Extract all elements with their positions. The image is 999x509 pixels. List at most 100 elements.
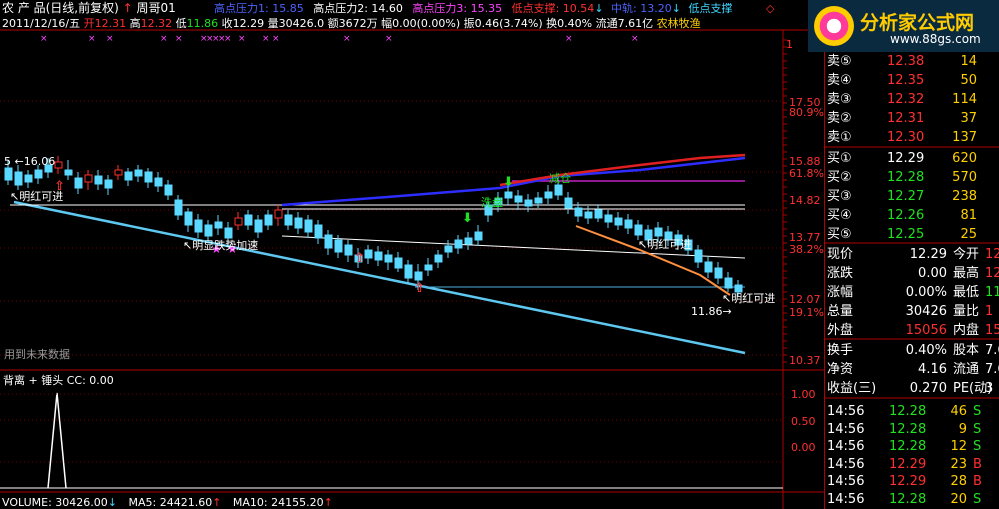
ask-row[interactable]: 卖③ 12.32 114 — [825, 90, 999, 109]
ask-row[interactable]: 卖② 12.31 37 — [825, 109, 999, 128]
candle-body — [344, 244, 353, 256]
quote-date: 2011/12/16/五 — [2, 17, 81, 30]
ask-row[interactable]: 卖⑤ 12.38 14 — [825, 52, 999, 71]
tick-row[interactable]: 14:56 12.29 28 B — [825, 472, 999, 491]
axis-label: 14.82 — [789, 194, 821, 207]
stat-row[interactable]: 外盘 15056 内盘 15 — [825, 321, 999, 340]
arrow-up-icon: ↑ — [212, 496, 222, 509]
reduce-label: 减仓 — [549, 172, 571, 185]
candle-body — [34, 169, 43, 179]
candle-body — [264, 214, 273, 226]
candle-body — [364, 249, 373, 259]
line-label-5: 中轨: 13.20 — [611, 2, 672, 15]
candle-body — [574, 207, 583, 217]
tick-row[interactable]: 14:56 12.28 9 S — [825, 420, 999, 439]
stat-row[interactable]: 总量 30426 量比 1 — [825, 302, 999, 321]
signal-label-1: ↖明红可进 — [10, 190, 64, 203]
line-label-6: 低点支撑 — [688, 2, 733, 15]
ask-row[interactable]: 卖④ 12.35 50 — [825, 71, 999, 90]
indicator-lines: 高点压力1: 15.85 高点压力2: 14.60 高点压力3: 15.35 低… — [214, 2, 732, 15]
ind-axis-label: 1.00 — [791, 388, 816, 401]
sell-arrow-icon: ⬇ — [462, 211, 473, 226]
arrow-up-icon: ↑ — [122, 1, 133, 15]
axis-label: 10.37 — [789, 354, 821, 367]
ind-axis-label: 0.00 — [791, 441, 816, 454]
stat-row[interactable]: 现价 12.29 今开 12 — [825, 245, 999, 264]
candle-body — [214, 221, 223, 229]
sell-arrow-icon: ⬇ — [503, 175, 514, 190]
stat-row[interactable]: 净资4.16流通7.6 — [825, 360, 999, 379]
candle-body — [134, 169, 143, 177]
stat-row[interactable]: 涨幅 0.00% 最低 11 — [825, 283, 999, 302]
stat-row[interactable]: 涨跌 0.00 最高 12 — [825, 264, 999, 283]
site-logo: 分析家公式网 www.88gs.com — [808, 0, 999, 52]
bid-row[interactable]: 买② 12.28 570 — [825, 168, 999, 187]
x-marker: × — [224, 34, 232, 44]
bid-row[interactable]: 买③ 12.27 238 — [825, 187, 999, 206]
candle-body — [384, 254, 393, 263]
candle-body — [194, 219, 203, 233]
candle-body — [704, 261, 713, 273]
tick-row[interactable]: 14:56 12.28 20 S — [825, 490, 999, 509]
bid-row[interactable]: 买④ 12.26 81 — [825, 206, 999, 225]
candle-body — [334, 239, 343, 253]
tick-row[interactable]: 14:56 12.29 23 B — [825, 455, 999, 474]
bid-row[interactable]: 买① 12.29 620 — [825, 149, 999, 168]
indicator-name[interactable]: 周哥01 — [137, 1, 176, 15]
candle-body — [94, 175, 103, 185]
x-marker: × — [238, 34, 246, 44]
float-value: 流通7.61亿 — [595, 17, 654, 30]
stock-title: 农 产 品(日线,前复权) — [2, 1, 119, 15]
candle-body — [184, 211, 193, 226]
tick-row[interactable]: 14:56 12.28 12 S — [825, 437, 999, 456]
buy-arrow-icon: ⇧ — [414, 281, 425, 296]
candle-body — [604, 214, 613, 223]
diamond-icon[interactable]: ◇ — [766, 2, 774, 15]
x-marker: × — [175, 34, 183, 44]
logo-text: 分析家公式网 — [860, 12, 975, 34]
candle-body — [714, 267, 723, 279]
stat-row[interactable]: 收益(三) 0.270 PE(动) 3 — [825, 379, 999, 398]
arrow-down-icon: ↓ — [107, 496, 117, 509]
chart-header: 农 产 品(日线,前复权) ↑ 周哥01 — [2, 1, 176, 15]
stat-row[interactable]: 换手0.40%股本7.6 — [825, 341, 999, 360]
candle-body — [414, 271, 423, 281]
signal-label-2: ↖明显跌势加速 — [183, 239, 259, 252]
candle-body — [424, 264, 433, 271]
candle-body — [654, 227, 663, 237]
high-label: 高 — [129, 17, 141, 30]
x-marker: × — [272, 34, 280, 44]
candle-body — [224, 227, 233, 239]
flower-icon — [814, 6, 854, 46]
candle-body — [624, 219, 633, 229]
indicator-panel-title: 背离 + 锤头 CC: 0.00 — [3, 374, 114, 387]
x-marker: × — [262, 34, 270, 44]
candle-body — [314, 224, 323, 239]
candle-body — [84, 174, 93, 183]
axis-label: 12.07 — [789, 293, 821, 306]
candle-body — [434, 254, 443, 263]
x-marker: × — [385, 34, 393, 44]
quote-panel: 卖⑤ 12.38 14 卖④ 12.35 50 卖③ 12.32 114 卖② 12.31 37 卖① 1… — [824, 52, 999, 509]
hammer-signal-spike — [47, 392, 67, 489]
candle-body — [124, 171, 133, 181]
candle-body — [694, 249, 703, 263]
buy-arrow-icon: ⇧ — [354, 251, 365, 266]
candle-body — [404, 264, 413, 279]
low-value: 11.86 — [186, 17, 219, 30]
signal-label-3: ↖明红可进 — [638, 238, 692, 251]
bid-row[interactable]: 买⑤ 12.25 25 — [825, 225, 999, 244]
close-value: 12.29 — [232, 17, 265, 30]
tick-row[interactable]: 14:56 12.28 46 S — [825, 402, 999, 421]
candle-body — [304, 219, 313, 233]
candle-body — [554, 184, 563, 196]
candle-body — [594, 209, 603, 219]
candle-body — [394, 257, 403, 269]
candle-body — [584, 211, 593, 219]
ask-row[interactable]: 卖① 12.30 137 — [825, 128, 999, 147]
candle-body — [274, 209, 283, 219]
x-marker: × — [343, 34, 351, 44]
candle-body — [564, 197, 573, 209]
candle-body — [24, 174, 33, 183]
window-controls: ◇ — [766, 2, 774, 15]
